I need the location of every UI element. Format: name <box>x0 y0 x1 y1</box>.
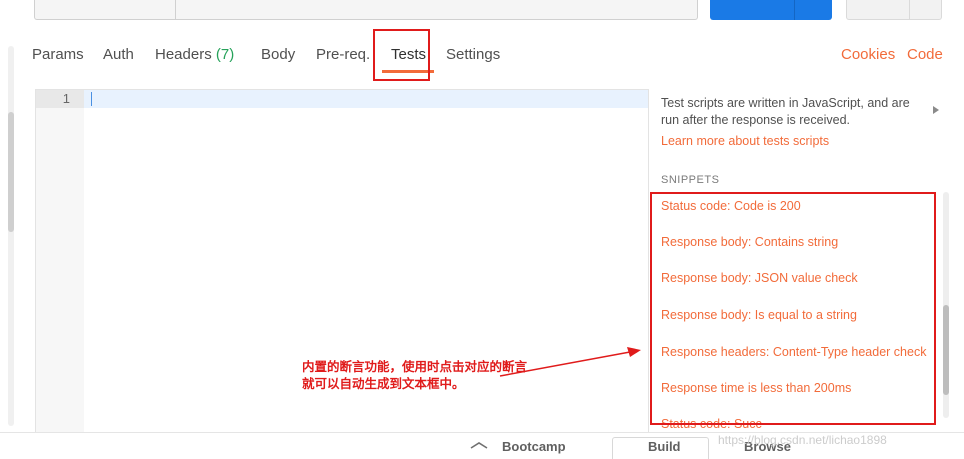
tab-params[interactable]: Params <box>32 44 84 66</box>
tab-body[interactable]: Body <box>261 44 295 66</box>
send-dropdown-divider <box>794 0 795 20</box>
tab-auth[interactable]: Auth <box>103 44 134 66</box>
learn-more-link[interactable]: Learn more about tests scripts <box>661 133 829 150</box>
collapse-panel-chevron-icon[interactable] <box>933 106 939 114</box>
annotation-text: 内置的断言功能，使用时点击对应的断言 就可以自动生成到文本框中。 <box>302 359 562 393</box>
headers-count-badge: (7) <box>215 46 235 63</box>
snippets-scrollbar-thumb[interactable] <box>943 305 949 395</box>
snippets-heading: SNIPPETS <box>661 174 720 186</box>
tab-settings[interactable]: Settings <box>446 44 500 66</box>
bootcamp-icon <box>470 442 488 449</box>
snippets-highlight-box <box>650 192 936 425</box>
active-line-highlight <box>84 90 648 108</box>
tab-headers-label: Headers <box>155 46 212 63</box>
tests-description: Test scripts are written in JavaScript, … <box>661 96 910 127</box>
request-url-bar[interactable] <box>34 0 698 20</box>
line-number: 1 <box>36 90 84 108</box>
method-divider <box>175 0 176 19</box>
build-button[interactable]: Build <box>648 439 681 454</box>
annotation-line-2: 就可以自动生成到文本框中。 <box>302 377 465 391</box>
bootcamp-button[interactable]: Bootcamp <box>502 439 566 454</box>
cookies-link[interactable]: Cookies <box>841 44 895 66</box>
text-cursor <box>91 92 92 106</box>
tab-pre-request[interactable]: Pre-req. <box>316 44 370 66</box>
watermark: https://blog.csdn.net/lichao1898 <box>718 433 887 447</box>
save-dropdown-divider <box>909 0 910 19</box>
left-scrollbar-track[interactable] <box>8 46 14 426</box>
send-button[interactable] <box>710 0 832 20</box>
code-link[interactable]: Code <box>907 44 943 66</box>
left-scrollbar-thumb[interactable] <box>8 112 14 232</box>
save-button[interactable] <box>846 0 942 20</box>
annotation-line-1: 内置的断言功能，使用时点击对应的断言 <box>302 360 528 374</box>
tab-headers[interactable]: Headers (7) <box>155 44 234 66</box>
editor-gutter <box>36 90 84 433</box>
tests-tab-highlight-box <box>373 29 430 81</box>
